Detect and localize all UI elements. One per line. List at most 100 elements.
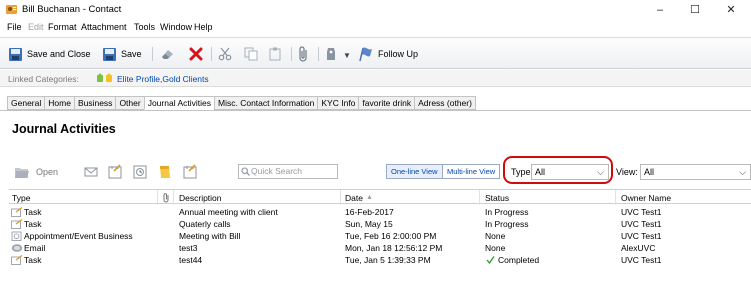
- toolbar-separator: [211, 47, 212, 61]
- category-color-icon: [97, 73, 112, 82]
- cell-status: None: [485, 243, 506, 253]
- menu-bar: File Edit Format Attachment Tools Window…: [0, 21, 751, 35]
- new-task-icon[interactable]: [107, 163, 123, 181]
- folder-open-icon: [15, 168, 29, 178]
- new-appointment-icon[interactable]: [132, 163, 148, 181]
- ribbon-toolbar: Save and Close Save ▼ Follow Up: [0, 37, 751, 69]
- menu-tools[interactable]: Tools: [134, 22, 155, 32]
- tab-general[interactable]: General: [7, 96, 45, 110]
- minimize-button[interactable]: –: [646, 2, 674, 18]
- cell-description: test3: [179, 243, 198, 253]
- multi-line-view-button[interactable]: Multi-line View: [442, 164, 501, 179]
- cell-owner: UVC Test1: [621, 231, 662, 241]
- table-row[interactable]: Task test44 Tue, Jan 5 1:39:33 PM Comple…: [9, 254, 751, 266]
- copy-icon[interactable]: [244, 45, 258, 63]
- eraser-icon[interactable]: [159, 45, 175, 63]
- column-type[interactable]: Type: [12, 193, 30, 203]
- save-and-close-label: Save and Close: [27, 49, 91, 59]
- menu-edit[interactable]: Edit: [28, 22, 44, 32]
- tab-journal-activities[interactable]: Journal Activities: [143, 96, 215, 110]
- cell-type: Task: [24, 219, 42, 229]
- task-icon: [11, 207, 23, 217]
- menu-window[interactable]: Window: [160, 22, 192, 32]
- annotation-highlight-ring: [503, 156, 613, 184]
- checkmark-icon: [486, 256, 495, 264]
- cell-type: Task: [24, 207, 42, 217]
- column-divider: [340, 190, 341, 205]
- window-title: Bill Buchanan - Contact: [22, 4, 122, 15]
- follow-up-label: Follow Up: [378, 49, 419, 59]
- contact-app-icon: [6, 5, 17, 14]
- new-note-icon[interactable]: [157, 163, 173, 181]
- save-and-close-button[interactable]: Save and Close: [8, 45, 91, 63]
- cell-status: In Progress: [485, 219, 529, 229]
- menu-format[interactable]: Format: [48, 22, 77, 32]
- delete-icon[interactable]: [188, 45, 204, 63]
- appointment-icon: [11, 231, 22, 241]
- cell-status: None: [485, 231, 506, 241]
- new-email-icon[interactable]: [83, 163, 99, 181]
- cell-date: Tue, Feb 16 2:00:00 PM: [345, 231, 437, 241]
- tab-adress-other[interactable]: Adress (other): [414, 96, 476, 110]
- view-filter-select[interactable]: All ⌵: [640, 164, 751, 180]
- search-icon: [241, 167, 250, 176]
- column-owner-name[interactable]: Owner Name: [621, 193, 671, 203]
- email-icon: [11, 244, 23, 252]
- menu-attachment[interactable]: Attachment: [81, 22, 127, 32]
- cell-type: Email: [24, 243, 46, 253]
- sort-ascending-icon: ▲: [366, 194, 373, 201]
- tab-other[interactable]: Other: [115, 96, 144, 110]
- new-journal-icon[interactable]: [182, 163, 198, 181]
- attachment-icon[interactable]: [298, 45, 310, 63]
- paste-icon[interactable]: [268, 45, 282, 63]
- cut-icon[interactable]: [218, 45, 232, 63]
- table-row[interactable]: Task Quaterly calls Sun, May 15 In Progr…: [9, 218, 751, 230]
- categorize-icon[interactable]: [324, 45, 338, 63]
- cell-type: Task: [24, 255, 42, 265]
- cell-description: Quaterly calls: [179, 219, 231, 229]
- toolbar-separator: [291, 47, 292, 61]
- flag-icon: [359, 47, 372, 62]
- table-row[interactable]: Email test3 Mon, Jan 18 12:56:12 PM None…: [9, 242, 751, 254]
- linked-categories-bar: Linked Categories: Elite Profile,Gold Cl…: [0, 70, 751, 87]
- tab-favorite-drink[interactable]: favorite drink: [358, 96, 415, 110]
- column-divider: [615, 190, 616, 205]
- search-placeholder: Quick Search: [251, 166, 303, 176]
- cell-owner: UVC Test1: [621, 219, 662, 229]
- open-button[interactable]: Open: [14, 163, 58, 181]
- column-status[interactable]: Status: [485, 193, 509, 203]
- quick-search-input[interactable]: Quick Search: [238, 164, 338, 179]
- title-bar: Bill Buchanan - Contact – ☐ ✕: [0, 0, 751, 20]
- cell-owner: AlexUVC: [621, 243, 656, 253]
- table-row[interactable]: Appointment/Event Business Meeting with …: [9, 230, 751, 242]
- column-date[interactable]: Date: [345, 193, 363, 203]
- chevron-down-icon[interactable]: ▼: [343, 46, 351, 64]
- save-button[interactable]: Save: [102, 45, 142, 63]
- cell-description: Annual meeting with client: [179, 207, 278, 217]
- cell-owner: UVC Test1: [621, 255, 662, 265]
- tab-home[interactable]: Home: [44, 96, 74, 110]
- attachment-column-icon[interactable]: [163, 193, 170, 203]
- tab-business[interactable]: Business: [73, 96, 116, 110]
- task-icon: [11, 219, 23, 229]
- cell-date: Tue, Jan 5 1:39:33 PM: [345, 255, 431, 265]
- cell-description: Meeting with Bill: [179, 231, 241, 241]
- menu-help[interactable]: Help: [194, 22, 213, 32]
- view-filter-value: All: [644, 167, 655, 177]
- follow-up-button[interactable]: Follow Up: [358, 45, 418, 63]
- menu-file[interactable]: File: [7, 22, 22, 32]
- table-row[interactable]: Task Annual meeting with client 16-Feb-2…: [9, 206, 751, 218]
- linked-categories-link[interactable]: Elite Profile,Gold Clients: [117, 74, 209, 84]
- linked-categories-label: Linked Categories:: [8, 74, 79, 84]
- tab-kyc-info[interactable]: KYC Info: [317, 96, 359, 110]
- tab-misc-contact-information[interactable]: Misc. Contact Information: [214, 96, 318, 110]
- cell-type: Appointment/Event Business: [24, 231, 133, 241]
- column-description[interactable]: Description: [179, 193, 222, 203]
- close-button[interactable]: ✕: [717, 2, 745, 18]
- column-divider: [479, 190, 480, 205]
- one-line-view-button[interactable]: One-line View: [386, 164, 443, 179]
- cell-date: Mon, Jan 18 12:56:12 PM: [345, 243, 443, 253]
- maximize-button[interactable]: ☐: [681, 2, 709, 18]
- save-icon: [103, 47, 116, 61]
- toolbar-separator: [152, 47, 153, 61]
